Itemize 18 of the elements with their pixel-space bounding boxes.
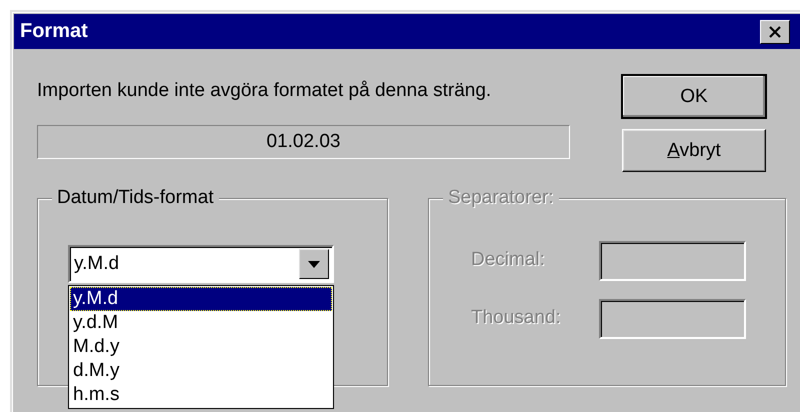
- caret-icon: [308, 260, 320, 268]
- dropdown-button[interactable]: [299, 249, 329, 279]
- value-field: 01.02.03: [37, 125, 570, 159]
- format-dropdown[interactable]: y.M.d: [68, 245, 334, 283]
- close-icon: [768, 26, 782, 38]
- dropdown-option[interactable]: d.M.y: [70, 359, 332, 383]
- message-text: Importen kunde inte avgöra formatet på denna sträng.: [37, 80, 492, 102]
- window-title: Format: [20, 20, 88, 43]
- close-button[interactable]: [760, 20, 790, 44]
- default-button[interactable]: OK: [622, 75, 766, 118]
- field-label: Thousand:: [471, 307, 561, 329]
- field-label: Decimal:: [471, 249, 545, 271]
- dropdown-option[interactable]: y.d.M: [70, 311, 332, 335]
- dropdown-option[interactable]: h.m.s: [70, 383, 332, 407]
- dropdown-option[interactable]: y.M.d: [70, 287, 332, 311]
- dropdown-value: y.M.d: [74, 253, 120, 275]
- dropdown-option[interactable]: M.d.y: [70, 335, 332, 359]
- button[interactable]: Avbryt: [622, 129, 766, 172]
